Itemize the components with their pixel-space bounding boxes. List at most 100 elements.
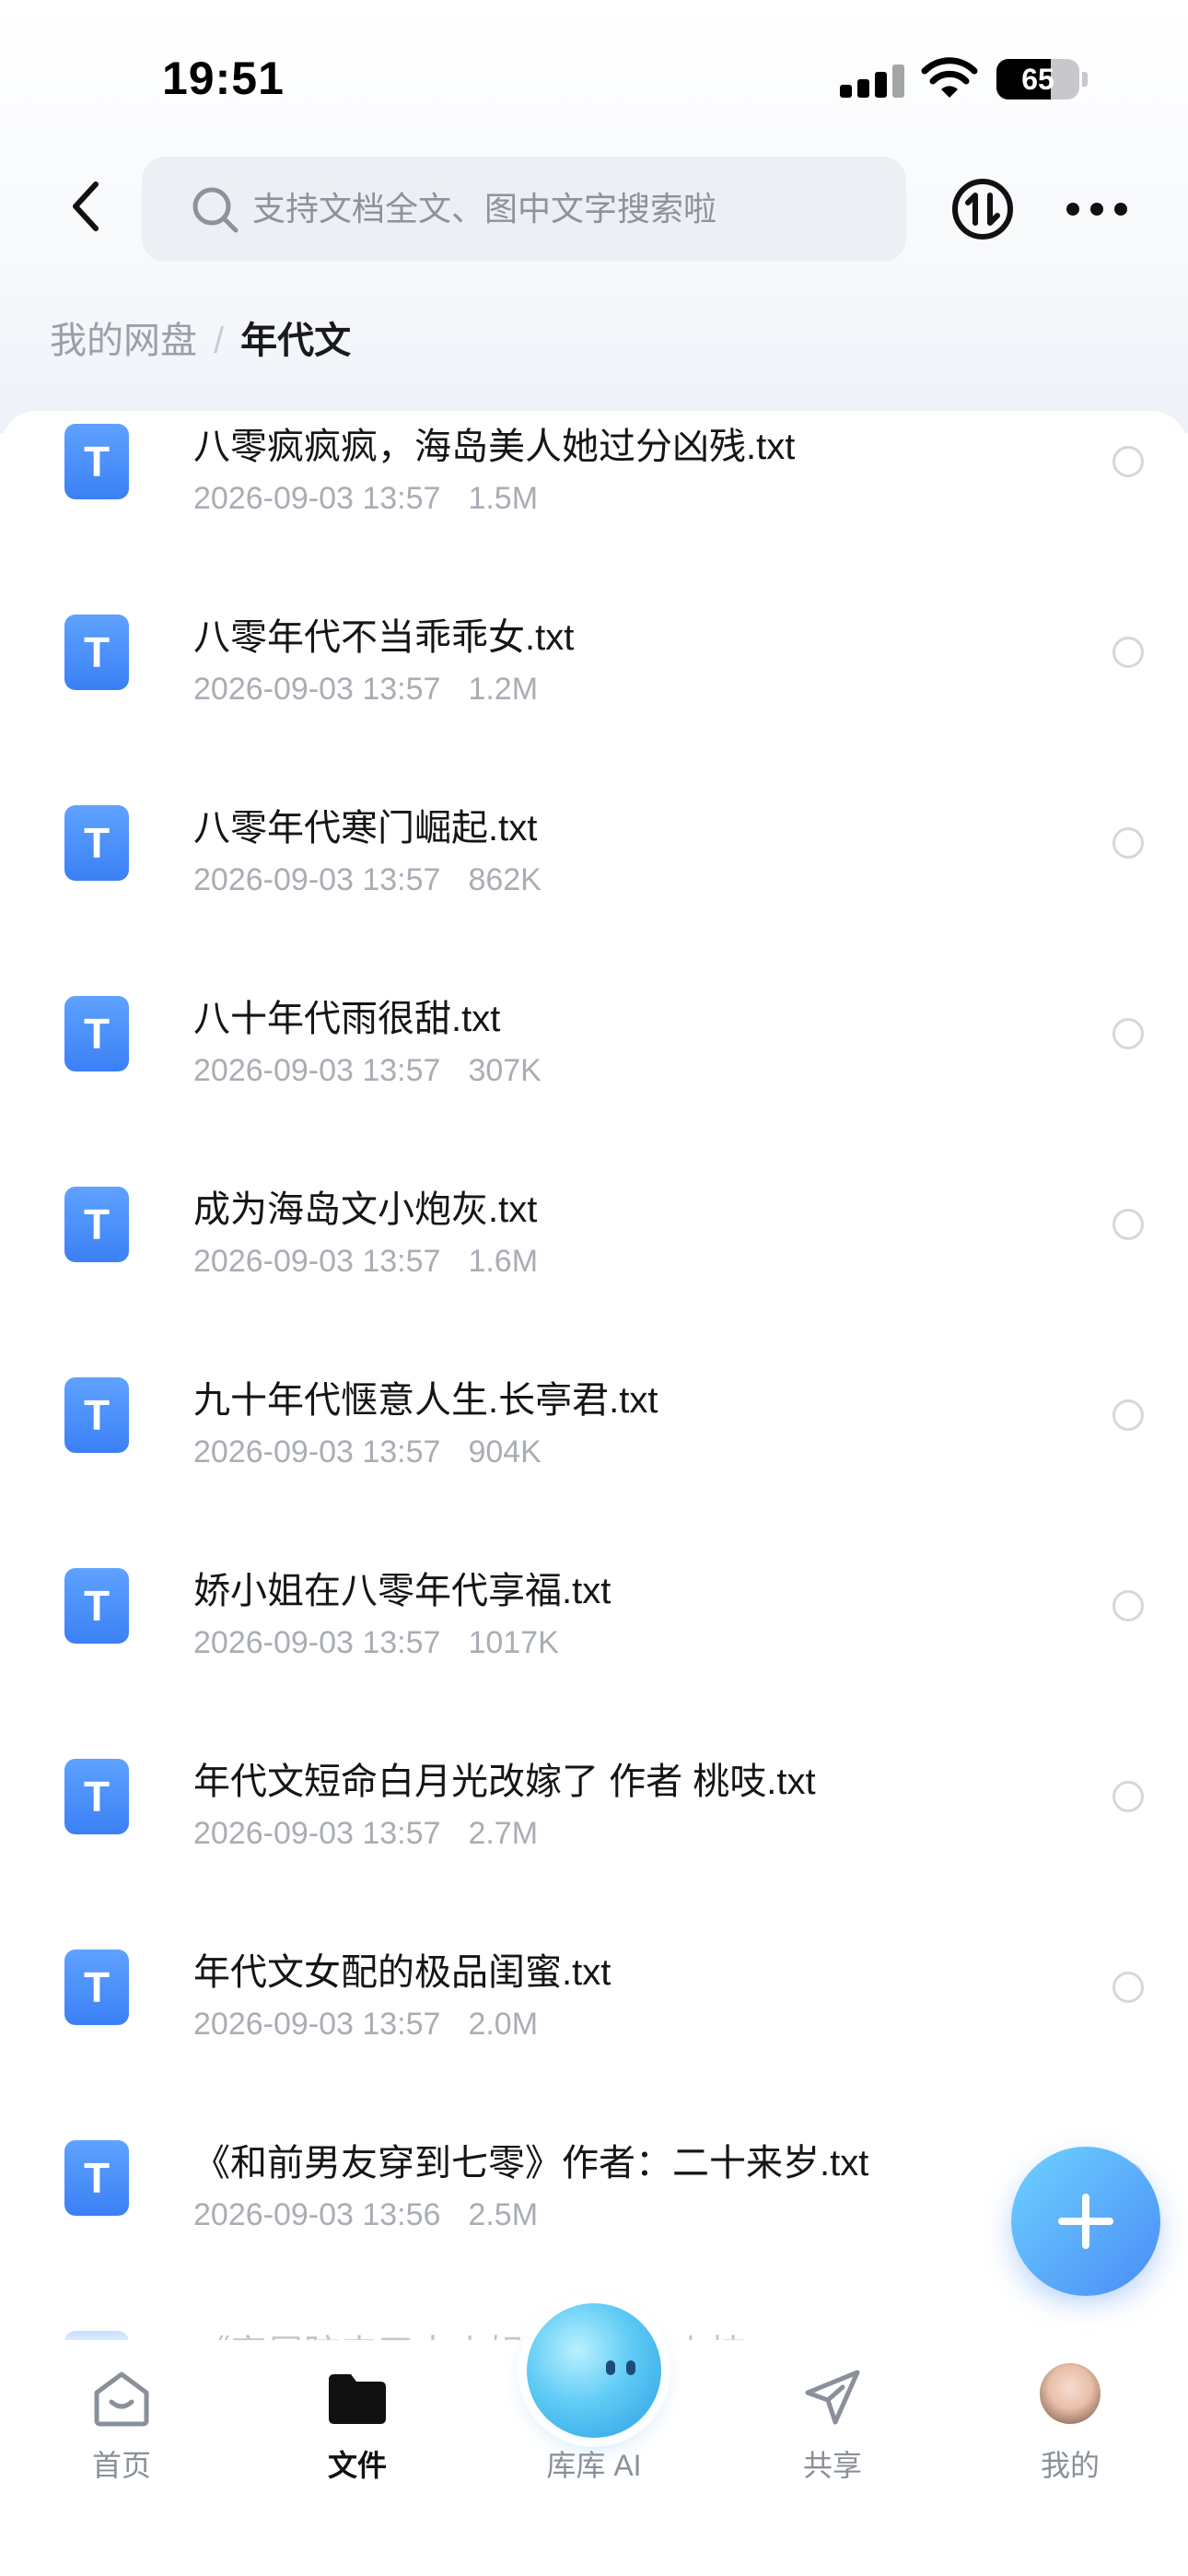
search-icon bbox=[192, 187, 239, 233]
text-file-icon: T bbox=[64, 1187, 129, 1262]
select-checkbox[interactable] bbox=[1112, 1590, 1144, 1622]
file-icon-letter: T bbox=[83, 1582, 111, 1630]
file-date: 2026-09-03 13:57 bbox=[193, 481, 441, 516]
file-row[interactable]: T 九十年代惬意人生.长亭君.txt 2026-09-03 13:57 904K bbox=[0, 1361, 1188, 1551]
file-size: 1.6M bbox=[468, 1244, 539, 1279]
file-row[interactable]: T 八零年代寒门崛起.txt 2026-09-03 13:57 862K bbox=[0, 789, 1188, 979]
tab-files[interactable]: 文件 bbox=[274, 2354, 440, 2483]
home-icon bbox=[94, 2371, 149, 2427]
text-file-icon: T bbox=[64, 1950, 129, 2025]
file-meta: 2026-09-03 13:56 2.5M bbox=[193, 2197, 538, 2233]
file-size: 2.7M bbox=[468, 1816, 539, 1851]
tab-mine-label: 我的 bbox=[1040, 2449, 1100, 2482]
file-date: 2026-09-03 13:57 bbox=[193, 1816, 441, 1851]
file-row[interactable]: T 娇小姐在八零年代享福.txt 2026-09-03 13:57 1017K bbox=[0, 1551, 1188, 1742]
select-checkbox[interactable] bbox=[1112, 637, 1144, 668]
file-icon-letter: T bbox=[83, 1010, 111, 1058]
tab-home[interactable]: 首页 bbox=[39, 2354, 204, 2483]
file-name: 八零疯疯疯，海岛美人她过分凶残.txt bbox=[193, 427, 796, 467]
file-meta: 2026-09-03 13:57 2.0M bbox=[193, 2007, 538, 2043]
breadcrumb-current: 年代文 bbox=[240, 321, 352, 361]
file-size: 1017K bbox=[468, 1625, 559, 1660]
file-icon-letter: T bbox=[83, 1200, 111, 1248]
file-row[interactable]: T 八十年代雨很甜.txt 2026-09-03 13:57 307K bbox=[0, 979, 1188, 1170]
file-meta: 2026-09-03 13:57 2.7M bbox=[193, 1816, 538, 1852]
text-file-icon: T bbox=[64, 996, 129, 1071]
file-name: 八零年代不当乖乖女.txt bbox=[193, 617, 575, 658]
more-options-icon[interactable] bbox=[1066, 193, 1131, 227]
tab-ai-label: 库库 AI bbox=[546, 2449, 642, 2482]
file-name: 年代文短命白月光改嫁了 作者 桃吱.txt bbox=[193, 1762, 816, 1802]
text-file-icon: T bbox=[64, 2140, 129, 2216]
text-file-icon: T bbox=[64, 1377, 129, 1453]
battery-percentage: 65 bbox=[1021, 63, 1054, 96]
select-checkbox[interactable] bbox=[1112, 1781, 1144, 1812]
file-size: 862K bbox=[468, 862, 542, 897]
wifi-icon bbox=[921, 57, 978, 98]
file-icon-letter: T bbox=[83, 1391, 111, 1439]
text-file-icon: T bbox=[64, 805, 129, 881]
select-checkbox[interactable] bbox=[1112, 1018, 1144, 1049]
search-placeholder: 支持文档全文、图中文字搜索啦 bbox=[252, 190, 717, 228]
file-row[interactable]: T 《和前男友穿到七零》作者：二十来岁.txt 2026-09-03 13:56 2.… bbox=[0, 2124, 1188, 2314]
breadcrumb-root[interactable]: 我的网盘 bbox=[50, 313, 197, 369]
tab-home-label: 首页 bbox=[91, 2449, 151, 2482]
tab-mine[interactable]: 我的 bbox=[987, 2354, 1153, 2483]
battery-tip bbox=[1082, 72, 1088, 87]
file-meta: 2026-09-03 13:57 1.6M bbox=[193, 1244, 538, 1280]
file-size: 2.0M bbox=[468, 2007, 539, 2042]
file-row[interactable]: T 八零疯疯疯，海岛美人她过分凶残.txt 2026-09-03 13:57 1.5M bbox=[0, 411, 1188, 598]
file-name: 八十年代雨很甜.txt bbox=[193, 999, 501, 1039]
file-icon-letter: T bbox=[83, 2154, 111, 2202]
cellular-signal-icon bbox=[840, 64, 904, 98]
status-bar: 19:51 65 bbox=[0, 0, 1188, 157]
file-size: 1.2M bbox=[468, 672, 539, 707]
search-bar[interactable]: 支持文档全文、图中文字搜索啦 bbox=[142, 157, 906, 262]
select-checkbox[interactable] bbox=[1112, 1209, 1144, 1240]
select-checkbox[interactable] bbox=[1112, 446, 1144, 477]
file-row[interactable]: T 年代文女配的极品闺蜜.txt 2026-09-03 13:57 2.0M bbox=[0, 1933, 1188, 2124]
file-name: 年代文女配的极品闺蜜.txt bbox=[193, 1952, 611, 1993]
select-checkbox[interactable] bbox=[1112, 1399, 1144, 1431]
file-icon-letter: T bbox=[83, 819, 111, 867]
file-icon-letter: T bbox=[83, 1773, 111, 1821]
file-meta: 2026-09-03 13:57 862K bbox=[193, 862, 542, 898]
file-date: 2026-09-03 13:56 bbox=[193, 2197, 441, 2232]
file-size: 1.5M bbox=[468, 481, 539, 516]
tab-share[interactable]: 共享 bbox=[750, 2354, 915, 2483]
select-checkbox[interactable] bbox=[1112, 827, 1144, 859]
file-meta: 2026-09-03 13:57 1.2M bbox=[193, 672, 538, 708]
file-meta: 2026-09-03 13:57 904K bbox=[193, 1434, 542, 1470]
select-checkbox[interactable] bbox=[1112, 1972, 1144, 2003]
status-time: 19:51 bbox=[162, 53, 285, 104]
file-date: 2026-09-03 13:57 bbox=[193, 862, 441, 897]
transfer-icon[interactable] bbox=[950, 177, 1015, 241]
file-meta: 2026-09-03 13:57 1.5M bbox=[193, 481, 538, 517]
file-icon-letter: T bbox=[83, 1963, 111, 2011]
text-file-icon: T bbox=[64, 424, 129, 499]
file-row[interactable]: T 年代文短命白月光改嫁了 作者 桃吱.txt 2026-09-03 13:57 2.… bbox=[0, 1742, 1188, 1933]
file-size: 307K bbox=[468, 1053, 542, 1088]
file-name: 八零年代寒门崛起.txt bbox=[193, 808, 538, 849]
text-file-icon: T bbox=[64, 615, 129, 690]
file-date: 2026-09-03 13:57 bbox=[193, 672, 441, 707]
file-row[interactable]: T 八零年代不当乖乖女.txt 2026-09-03 13:57 1.2M bbox=[0, 598, 1188, 789]
file-date: 2026-09-03 13:57 bbox=[193, 1434, 441, 1469]
file-icon-letter: T bbox=[83, 628, 111, 676]
file-date: 2026-09-03 13:57 bbox=[193, 1244, 441, 1279]
file-date: 2026-09-03 13:57 bbox=[193, 1053, 441, 1088]
breadcrumb-separator: / bbox=[214, 321, 225, 361]
text-file-icon: T bbox=[64, 1568, 129, 1644]
file-meta: 2026-09-03 13:57 1017K bbox=[193, 1625, 559, 1661]
file-date: 2026-09-03 13:57 bbox=[193, 2007, 441, 2042]
tab-ai[interactable]: 库库 AI bbox=[511, 2354, 677, 2483]
folder-icon bbox=[329, 2374, 386, 2424]
file-icon-letter: T bbox=[83, 438, 111, 486]
file-row[interactable]: T 成为海岛文小炮灰.txt 2026-09-03 13:57 1.6M bbox=[0, 1170, 1188, 1361]
tab-share-label: 共享 bbox=[802, 2449, 862, 2482]
back-arrow-icon[interactable] bbox=[64, 177, 111, 236]
file-name: 九十年代惬意人生.长亭君.txt bbox=[193, 1380, 658, 1421]
file-meta: 2026-09-03 13:57 307K bbox=[193, 1053, 542, 1089]
file-name: 娇小姐在八零年代享福.txt bbox=[193, 1571, 611, 1611]
add-button[interactable] bbox=[1011, 2147, 1160, 2296]
